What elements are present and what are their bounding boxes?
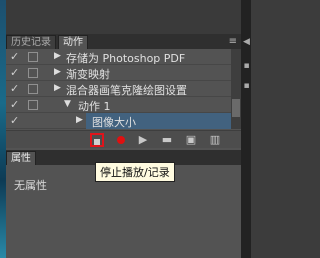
action-label: 图像大小 bbox=[92, 116, 136, 129]
action-label: 混合器画笔克隆绘图设置 bbox=[66, 84, 187, 97]
play-button[interactable]: ▶ bbox=[136, 133, 150, 147]
tab-properties[interactable]: 属性 bbox=[6, 151, 36, 165]
trash-icon: ▥ bbox=[209, 133, 221, 146]
action-label: 渐变映射 bbox=[66, 68, 110, 81]
toolbar-icon[interactable]: ▪ bbox=[242, 80, 251, 92]
record-button[interactable] bbox=[114, 133, 128, 147]
toggle-check-icon[interactable]: ✓ bbox=[10, 66, 20, 79]
panel-menu-icon[interactable]: ≡ bbox=[229, 36, 237, 47]
folder-icon: ▬ bbox=[161, 133, 173, 146]
panel-tab-bar: 历史记录 动作 ≡ bbox=[6, 34, 241, 49]
play-icon: ▶ bbox=[138, 133, 148, 146]
new-action-button[interactable]: ▣ bbox=[184, 133, 198, 147]
no-properties-text: 无属性 bbox=[14, 179, 47, 192]
dialog-toggle-box[interactable] bbox=[28, 100, 38, 110]
right-toolbar-strip: ◀ ▪ ▪ bbox=[241, 0, 251, 258]
tab-history[interactable]: 历史记录 bbox=[6, 35, 56, 49]
tab-actions[interactable]: 动作 bbox=[58, 35, 88, 49]
new-set-button[interactable]: ▬ bbox=[160, 133, 174, 147]
toggle-check-icon[interactable]: ✓ bbox=[10, 50, 20, 63]
collapse-arrow-icon[interactable]: ▼ bbox=[64, 99, 71, 109]
expand-arrow-icon[interactable]: ▶ bbox=[76, 115, 83, 125]
stop-button[interactable] bbox=[90, 133, 104, 147]
tooltip: 停止播放/记录 bbox=[95, 162, 175, 182]
dialog-toggle-box[interactable] bbox=[28, 68, 38, 78]
toolbar-icon[interactable]: ▪ bbox=[242, 60, 251, 72]
actions-list: ✓ ▶ 存储为 Photoshop PDF ✓ ▶ 渐变映射 ✓ ▶ 混合器画笔… bbox=[6, 49, 231, 129]
scrollbar-thumb[interactable] bbox=[232, 99, 240, 117]
list-scrollbar[interactable] bbox=[231, 49, 241, 129]
action-label: 动作 1 bbox=[78, 100, 111, 113]
actions-panel: 历史记录 动作 ≡ ✓ ▶ 存储为 Photoshop PDF ✓ ▶ 渐变映射… bbox=[6, 0, 241, 258]
stop-icon bbox=[94, 139, 100, 145]
action-controls-bar: ▶ ▬ ▣ ▥ bbox=[6, 130, 241, 148]
expand-arrow-icon[interactable]: ▶ bbox=[54, 51, 61, 61]
list-item[interactable]: ✓ ▼ 动作 1 bbox=[6, 97, 231, 113]
toggle-check-icon[interactable]: ✓ bbox=[10, 82, 20, 95]
toggle-check-icon[interactable]: ✓ bbox=[10, 114, 20, 127]
record-icon bbox=[117, 136, 125, 144]
dialog-toggle-box[interactable] bbox=[28, 52, 38, 62]
list-item[interactable]: ✓ ▶ 渐变映射 bbox=[6, 65, 231, 81]
toggle-check-icon[interactable]: ✓ bbox=[10, 98, 20, 111]
list-item[interactable]: ✓ ▶ 图像大小 bbox=[6, 113, 231, 129]
panel-collapse-icon[interactable]: ◀ bbox=[242, 36, 251, 48]
list-item[interactable]: ✓ ▶ 混合器画笔克隆绘图设置 bbox=[6, 81, 231, 97]
list-item[interactable]: ✓ ▶ 存储为 Photoshop PDF bbox=[6, 49, 231, 65]
expand-arrow-icon[interactable]: ▶ bbox=[54, 67, 61, 77]
expand-arrow-icon[interactable]: ▶ bbox=[54, 83, 61, 93]
panel-top-bar bbox=[6, 0, 241, 34]
action-label: 存储为 Photoshop PDF bbox=[66, 52, 186, 65]
dialog-toggle-box[interactable] bbox=[28, 84, 38, 94]
delete-button[interactable]: ▥ bbox=[208, 133, 222, 147]
new-action-icon: ▣ bbox=[185, 133, 197, 146]
